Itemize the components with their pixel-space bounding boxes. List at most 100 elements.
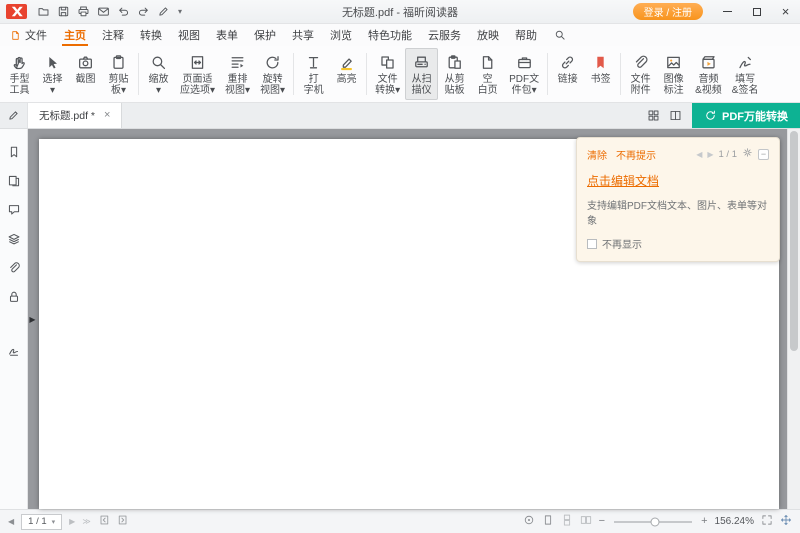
ribbon-page-fit-button[interactable]: 页面适 应选项▾ bbox=[175, 48, 220, 100]
dont-show-checkbox[interactable] bbox=[587, 239, 597, 249]
select-cursor-icon bbox=[44, 53, 61, 72]
dont-remind-link[interactable]: 不再提示 bbox=[616, 147, 656, 162]
tab-protect[interactable]: 保护 bbox=[246, 24, 284, 46]
ribbon-pdf-portfolio-button[interactable]: PDF文 件包▾ bbox=[504, 48, 544, 100]
signature-panel-icon[interactable] bbox=[2, 340, 26, 359]
tab-share[interactable]: 共享 bbox=[284, 24, 322, 46]
vertical-scrollbar[interactable] bbox=[787, 129, 800, 509]
ribbon-zoom-button[interactable]: 缩放 ▾ bbox=[142, 48, 175, 100]
ribbon-select-button[interactable]: 选择 ▾ bbox=[36, 48, 69, 100]
undo-icon[interactable] bbox=[114, 2, 133, 21]
ribbon-divider bbox=[620, 53, 621, 95]
edit-pencil-icon[interactable] bbox=[0, 103, 28, 128]
tab-help[interactable]: 帮助 bbox=[507, 24, 545, 46]
ribbon-divider bbox=[138, 53, 139, 95]
comments-panel-icon[interactable] bbox=[2, 200, 26, 219]
tab-cloud[interactable]: 云服务 bbox=[420, 24, 469, 46]
previous-page-icon[interactable]: ◀ bbox=[8, 517, 14, 526]
ribbon-fill-sign-button[interactable]: 填写 &签名 bbox=[727, 48, 764, 100]
next-page-icon[interactable]: ▶ bbox=[69, 517, 75, 526]
email-icon[interactable] bbox=[94, 2, 113, 21]
layers-panel-icon[interactable] bbox=[2, 229, 26, 248]
ribbon-snapshot-button[interactable]: 截图 bbox=[69, 48, 102, 100]
previous-view-icon[interactable] bbox=[98, 514, 110, 529]
ribbon-label: 文件 附件 bbox=[631, 74, 651, 96]
ribbon-link-button[interactable]: 链接 bbox=[551, 48, 584, 100]
app-window: ▾ 无标题.pdf - 福昕阅读器 登录 / 注册 × 文件 主页 注释 转换 … bbox=[0, 0, 800, 533]
document-tab[interactable]: 无标题.pdf * × bbox=[28, 103, 122, 128]
next-view-icon[interactable] bbox=[117, 514, 129, 529]
facing-view-icon[interactable] bbox=[580, 514, 592, 529]
ribbon-bookmark-button[interactable]: 书签 bbox=[584, 48, 617, 100]
save-icon[interactable] bbox=[54, 2, 73, 21]
tab-comment[interactable]: 注释 bbox=[94, 24, 132, 46]
customize-toolbar-chevron-icon[interactable]: ▾ bbox=[174, 7, 186, 16]
ribbon-audio-video-button[interactable]: 音频 &视频 bbox=[690, 48, 727, 100]
close-tab-icon[interactable]: × bbox=[104, 110, 110, 121]
tab-present[interactable]: 放映 bbox=[469, 24, 507, 46]
search-button[interactable] bbox=[545, 24, 575, 46]
zoom-slider-thumb[interactable] bbox=[651, 517, 660, 526]
last-page-icon[interactable]: ≫ bbox=[82, 517, 90, 526]
edit-document-link[interactable]: 点击编辑文档 bbox=[587, 172, 659, 189]
ribbon-file-convert-button[interactable]: 文件 转换▾ bbox=[370, 48, 405, 100]
attachments-panel-icon[interactable] bbox=[2, 258, 26, 277]
security-panel-icon[interactable] bbox=[2, 287, 26, 306]
ribbon-blank-page-button[interactable]: 空 白页 bbox=[471, 48, 504, 100]
file-menu[interactable]: 文件 bbox=[8, 24, 56, 46]
sidebar-expander[interactable]: ▶ bbox=[27, 307, 38, 331]
ribbon-highlight-button[interactable]: 高亮 bbox=[330, 48, 363, 100]
hint-settings-gear-icon[interactable] bbox=[742, 145, 753, 163]
pan-zoom-icon[interactable] bbox=[780, 514, 792, 529]
ribbon-label: 从剪 贴板 bbox=[445, 74, 465, 96]
ribbon-from-clipboard-button[interactable]: 从剪 贴板 bbox=[438, 48, 471, 100]
fit-page-icon[interactable] bbox=[761, 514, 773, 529]
prev-hint-icon[interactable]: ◀ bbox=[696, 150, 702, 159]
zoom-slider[interactable] bbox=[614, 521, 692, 523]
pdf-universal-convert-button[interactable]: PDF万能转换 bbox=[692, 103, 800, 128]
next-hint-icon[interactable]: ▶ bbox=[707, 150, 713, 159]
ribbon-label: 重排 视图▾ bbox=[225, 74, 250, 96]
single-page-view-icon[interactable] bbox=[542, 514, 554, 529]
preview-mode-icon[interactable] bbox=[523, 514, 535, 529]
login-button[interactable]: 登录 / 注册 bbox=[633, 3, 703, 20]
ribbon-label: PDF文 件包▾ bbox=[509, 74, 539, 96]
tab-browse[interactable]: 浏览 bbox=[322, 24, 360, 46]
open-icon[interactable] bbox=[34, 2, 53, 21]
print-icon[interactable] bbox=[74, 2, 93, 21]
redo-icon[interactable] bbox=[134, 2, 153, 21]
zoom-out-button[interactable]: − bbox=[599, 516, 605, 527]
collapse-hint-icon[interactable]: − bbox=[758, 149, 769, 160]
ribbon-file-attachment-button[interactable]: 文件 附件 bbox=[624, 48, 657, 100]
zoom-in-button[interactable]: + bbox=[701, 516, 707, 527]
maximize-button[interactable] bbox=[742, 0, 771, 23]
pen-icon[interactable] bbox=[154, 2, 173, 21]
ribbon-hand-tool-button[interactable]: 手型 工具 bbox=[3, 48, 36, 100]
clear-link[interactable]: 清除 bbox=[587, 147, 607, 162]
close-button[interactable]: × bbox=[771, 0, 800, 23]
search-icon bbox=[554, 29, 566, 41]
ribbon-reflow-button[interactable]: 重排 视图▾ bbox=[220, 48, 255, 100]
ribbon-from-scanner-button[interactable]: 从扫 描仪 bbox=[405, 48, 438, 100]
tab-convert[interactable]: 转换 bbox=[132, 24, 170, 46]
tab-features[interactable]: 特色功能 bbox=[360, 24, 420, 46]
tab-view[interactable]: 视图 bbox=[170, 24, 208, 46]
ribbon-typewriter-button[interactable]: 打 字机 bbox=[297, 48, 330, 100]
scrollbar-thumb[interactable] bbox=[790, 131, 798, 351]
reading-layout-icon[interactable] bbox=[664, 103, 686, 128]
tab-form[interactable]: 表单 bbox=[208, 24, 246, 46]
ribbon-clipboard-button[interactable]: 剪贴 板▾ bbox=[102, 48, 135, 100]
minimize-button[interactable] bbox=[713, 0, 742, 23]
ribbon-image-annotation-button[interactable]: 图像 标注 bbox=[657, 48, 690, 100]
ribbon-label: 手型 工具 bbox=[10, 74, 30, 96]
page-number-box[interactable]: 1 / 1 ▾ bbox=[21, 514, 62, 530]
pages-panel-icon[interactable] bbox=[2, 171, 26, 190]
continuous-view-icon[interactable] bbox=[561, 514, 573, 529]
foxit-logo-icon[interactable] bbox=[6, 4, 27, 19]
ribbon-rotate-view-button[interactable]: 旋转 视图▾ bbox=[255, 48, 290, 100]
tab-home[interactable]: 主页 bbox=[56, 24, 94, 46]
bookmarks-panel-icon[interactable] bbox=[2, 142, 26, 161]
document-tabbar: 无标题.pdf * × PDF万能转换 bbox=[0, 103, 800, 129]
grid-view-icon[interactable] bbox=[642, 103, 664, 128]
attachment-icon bbox=[632, 53, 649, 72]
